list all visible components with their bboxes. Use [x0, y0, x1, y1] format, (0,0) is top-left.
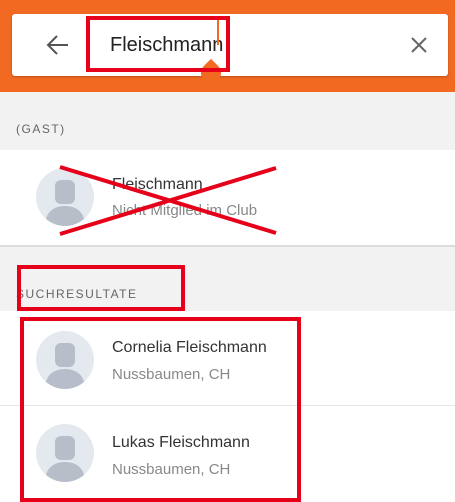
avatar [36, 424, 94, 482]
results-section-label: SUCHRESULTATE [16, 287, 138, 301]
guest-section-label: (GAST) [16, 122, 66, 136]
person-placeholder-icon [45, 436, 85, 482]
result-location: Nussbaumen, CH [112, 366, 231, 383]
results-section-header: SUCHRESULTATE [0, 245, 455, 311]
text-cursor [217, 18, 219, 45]
search-result-item[interactable]: Lukas Fleischmann Nussbaumen, CH [0, 406, 455, 502]
search-result-item[interactable]: Cornelia Fleischmann Nussbaumen, CH [0, 311, 455, 406]
search-box [12, 14, 448, 76]
guest-name: Fleischmann [112, 176, 203, 193]
close-icon[interactable] [408, 34, 430, 56]
result-location: Nussbaumen, CH [112, 461, 231, 478]
arrow-left-icon[interactable] [46, 34, 70, 56]
avatar [36, 168, 94, 226]
search-input[interactable] [98, 32, 398, 58]
guest-status: Nicht Mitglied im Club [112, 202, 258, 219]
person-placeholder-icon [45, 180, 85, 226]
result-name: Lukas Fleischmann [112, 434, 250, 451]
person-placeholder-icon [45, 343, 85, 389]
guest-section-header: (GAST) [0, 92, 455, 150]
search-app-bar [0, 0, 455, 92]
avatar [36, 331, 94, 389]
guest-list-item[interactable]: Fleischmann Nicht Mitglied im Club [0, 150, 455, 245]
result-name: Cornelia Fleischmann [112, 339, 267, 356]
